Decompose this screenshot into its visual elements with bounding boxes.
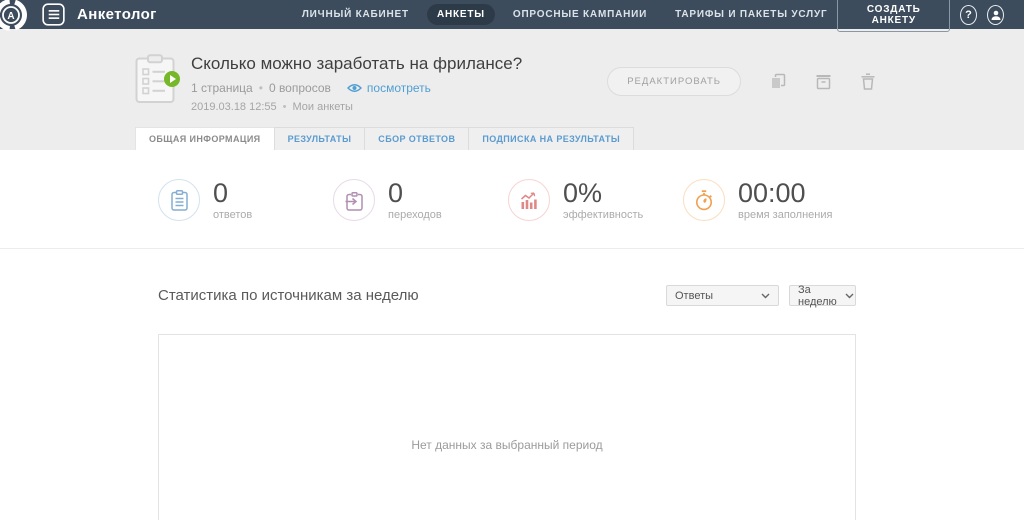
stat-fill-time-value: 00:00: [738, 179, 832, 207]
tab-results[interactable]: РЕЗУЛЬТАТЫ: [274, 127, 365, 150]
clipboard-icon: [158, 179, 200, 221]
clipboard-arrow-icon: [333, 179, 375, 221]
logo-svg: A: [0, 0, 29, 33]
period-select-value: За неделю: [798, 284, 837, 308]
menu-hamburger-icon[interactable]: [42, 3, 65, 26]
edit-button[interactable]: РЕДАКТИРОВАТЬ: [607, 67, 741, 96]
navbar-right: СОЗДАТЬ АНКЕТУ ?: [837, 0, 1024, 32]
survey-meta: 1 страница • 0 вопросов посмотреть: [191, 81, 607, 95]
metric-select-value: Ответы: [675, 290, 713, 302]
stat-transitions: 0 переходов: [333, 179, 508, 221]
create-survey-button[interactable]: СОЗДАТЬ АНКЕТУ: [837, 0, 950, 32]
survey-header: Сколько можно заработать на фрилансе? 1 …: [0, 29, 1024, 150]
nav-item-survey-campaigns[interactable]: ОПРОСНЫЕ КАМПАНИИ: [503, 4, 657, 25]
top-navbar: A Анкетолог ЛИЧНЫЙ КАБИНЕТ АНКЕТЫ ОПРОСН…: [0, 0, 1024, 29]
bar-chart-icon: [508, 179, 550, 221]
stat-answers-label: ответов: [213, 209, 252, 221]
chevron-down-icon: [845, 293, 854, 299]
survey-folder[interactable]: Мои анкеты: [293, 101, 353, 113]
pages-count: 1 страница: [191, 81, 253, 95]
help-icon[interactable]: ?: [960, 5, 977, 25]
nav-item-surveys[interactable]: АНКЕТЫ: [427, 4, 495, 25]
statistics-filters: Ответы За неделю: [666, 285, 856, 306]
eye-icon: [347, 83, 362, 93]
stat-answers: 0 ответов: [158, 179, 333, 221]
stat-fill-time-label: время заполнения: [738, 209, 832, 221]
chevron-down-icon: [761, 293, 770, 299]
survey-actions: РЕДАКТИРОВАТЬ: [607, 67, 875, 96]
anketolog-logo-icon[interactable]: A: [0, 0, 34, 29]
stat-efficiency-value: 0%: [563, 179, 643, 207]
survey-active-badge: [164, 71, 180, 87]
sources-chart-area: Нет данных за выбранный период: [158, 334, 856, 520]
preview-link-label: посмотреть: [367, 81, 431, 95]
survey-info: Сколько можно заработать на фрилансе? 1 …: [191, 54, 607, 127]
tab-general-info[interactable]: ОБЩАЯ ИНФОРМАЦИЯ: [135, 127, 274, 150]
stat-efficiency-label: эффективность: [563, 209, 643, 221]
stat-transitions-value: 0: [388, 179, 442, 207]
metric-select[interactable]: Ответы: [666, 285, 779, 306]
survey-title: Сколько можно заработать на фрилансе?: [191, 54, 607, 74]
archive-icon[interactable]: [815, 74, 832, 90]
stat-answers-value: 0: [213, 179, 252, 207]
survey-tabs: ОБЩАЯ ИНФОРМАЦИЯ РЕЗУЛЬТАТЫ СБОР ОТВЕТОВ…: [135, 127, 1024, 150]
brand-name: Анкетолог: [77, 6, 157, 23]
questions-count: 0 вопросов: [269, 81, 331, 95]
main-navigation: ЛИЧНЫЙ КАБИНЕТ АНКЕТЫ ОПРОСНЫЕ КАМПАНИИ …: [292, 4, 838, 25]
svg-text:A: A: [7, 11, 14, 22]
statistics-section-header: Статистика по источникам за неделю Ответ…: [158, 285, 856, 306]
period-select[interactable]: За неделю: [789, 285, 856, 306]
preview-link[interactable]: посмотреть: [347, 81, 431, 95]
stats-summary: 0 ответов 0 переходов: [0, 150, 1024, 249]
trash-icon[interactable]: [861, 73, 875, 90]
user-icon: [990, 9, 1002, 21]
tab-results-subscription[interactable]: ПОДПИСКА НА РЕЗУЛЬТАТЫ: [468, 127, 634, 150]
nav-item-personal-cabinet[interactable]: ЛИЧНЫЙ КАБИНЕТ: [292, 4, 419, 25]
empty-chart-message: Нет данных за выбранный период: [159, 335, 855, 452]
separator-dot: •: [259, 81, 263, 95]
separator-dot: •: [283, 101, 287, 113]
survey-meta-secondary: 2019.03.18 12:55 • Мои анкеты: [191, 101, 607, 113]
stat-transitions-label: переходов: [388, 209, 442, 221]
survey-clipboard-icon: [135, 54, 175, 104]
stopwatch-icon: [683, 179, 725, 221]
profile-icon[interactable]: [987, 5, 1004, 25]
stat-efficiency: 0% эффективность: [508, 179, 683, 221]
survey-date: 2019.03.18 12:55: [191, 101, 277, 113]
tab-answer-collection[interactable]: СБОР ОТВЕТОВ: [364, 127, 468, 150]
statistics-heading: Статистика по источникам за неделю: [158, 287, 419, 304]
stat-fill-time: 00:00 время заполнения: [683, 179, 858, 221]
nav-item-tariffs[interactable]: ТАРИФЫ И ПАКЕТЫ УСЛУГ: [665, 4, 837, 25]
copy-icon[interactable]: [770, 73, 786, 90]
